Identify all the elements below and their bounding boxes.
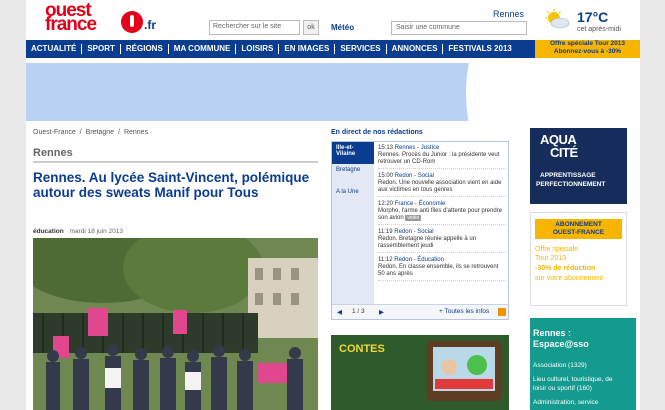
ad-banner[interactable] (26, 63, 640, 121)
tab-ille-et-vilaine[interactable]: Ille-et-Vilaine (332, 142, 374, 164)
subscription-line1: Offre spéciale (535, 246, 579, 253)
breadcrumb-sep: / (79, 129, 82, 136)
item-time: 15:13 (378, 145, 394, 151)
subscription-header-1: ABONNEMENT (555, 221, 602, 228)
search-ok-button[interactable]: ok (303, 20, 319, 35)
item-category[interactable]: Redon - Éducation (394, 257, 444, 263)
subscription-line3: -30% de réduction (535, 265, 596, 272)
list-item[interactable]: 15:13 Rennes - Justice Rennes. Procès du… (378, 145, 506, 169)
promo-line1: Offre spéciale Tour 2013 (549, 40, 626, 47)
item-time: 11:19 (378, 229, 393, 235)
list-item[interactable]: 11:12 Redon - Éducation Redon. En classe… (378, 257, 506, 281)
subscription-header-2: OUEST-FRANCE (552, 229, 605, 236)
nav-loisirs[interactable]: LOISIRS (236, 44, 280, 54)
article-headline[interactable]: Rennes. Au lycée Saint-Vincent, polémiqu… (33, 170, 323, 200)
item-category[interactable]: Redon - Social (395, 173, 434, 179)
tab-a-la-une[interactable]: A la Une (332, 186, 374, 208)
espace-link-association[interactable]: Association (1329) (533, 361, 635, 370)
weather-city[interactable]: Rennes (493, 9, 524, 19)
logo-tld: .fr (144, 18, 156, 32)
promo-subscribe-link[interactable]: Offre spéciale Tour 2013 Abonnez-vous à … (535, 40, 640, 58)
contest-illustration (427, 341, 501, 401)
nav-annonces[interactable]: ANNONCES (387, 44, 444, 54)
item-text[interactable]: Rennes. Procès du Junior : la présidente… (378, 152, 499, 165)
prev-arrow-icon[interactable]: ◀ (337, 308, 342, 316)
subscription-line2: Tour 2013 (535, 255, 567, 262)
subscription-ad[interactable]: ABONNEMENT OUEST-FRANCE Offre spéciale T… (530, 212, 627, 306)
item-category[interactable]: Rennes - Justice (395, 145, 440, 151)
live-feed: Ille-et-Vilaine Bretagne A la Une 15:13 … (331, 141, 509, 320)
breadcrumb-sep: / (118, 129, 120, 136)
aqua-sub-1: APPRENTISSAGE (540, 172, 596, 179)
logo-word-france: france (45, 14, 97, 35)
item-category[interactable]: Redon - Social (394, 229, 433, 235)
article-date: mardi 18 juin 2013 (69, 228, 123, 235)
nav-festivals[interactable]: FESTIVALS 2013 (443, 44, 516, 54)
nav-services[interactable]: SERVICES (335, 44, 387, 54)
article-photo[interactable] (33, 238, 318, 410)
aqua-title-2: CITÉ (550, 145, 578, 160)
item-time: 12:20 (378, 201, 394, 207)
item-time: 15:00 (378, 173, 394, 179)
item-text[interactable]: Redon. Une nouvelle association vient en… (378, 180, 501, 193)
aqua-sub-2: PERFECTIONNEMENT (536, 181, 606, 188)
tab-bretagne[interactable]: Bretagne (332, 164, 374, 186)
article-meta: éducation mardi 18 juin 2013 (33, 228, 123, 235)
page: ouest france .fr Rechercher sur le site … (26, 0, 640, 410)
live-list: 15:13 Rennes - Justice Rennes. Procès du… (378, 145, 506, 285)
subscription-line4: sur votre abonnement (535, 275, 604, 282)
live-pager: ◀ 1 / 3 ▶ + Toutes les infos (332, 304, 508, 319)
item-text[interactable]: Redon. En classe ensemble, ils se retrou… (378, 264, 498, 277)
temperature: 17°C (577, 9, 609, 25)
espace-title[interactable]: Rennes : Espace@sso (533, 328, 589, 350)
rss-icon[interactable] (498, 308, 506, 316)
section-title: Rennes (33, 147, 318, 163)
nav-sport[interactable]: SPORT (82, 44, 121, 54)
item-time: 11:12 (378, 257, 393, 263)
live-feed-title: En direct de nos rédactions (331, 129, 423, 136)
breadcrumb-ouest-france[interactable]: Ouest-France (33, 129, 76, 136)
logo-badge-icon (121, 11, 143, 33)
article-category[interactable]: éducation (33, 228, 64, 235)
contest-ad[interactable]: CONTES (331, 335, 509, 410)
espace-title-2: Espace@sso (533, 339, 589, 349)
video-badge: vidéo (405, 215, 422, 221)
espace-title-1: Rennes : (533, 328, 572, 338)
city-search-input[interactable]: Saisir une commune (391, 21, 527, 35)
nav-regions[interactable]: RÉGIONS (121, 44, 169, 54)
breadcrumb: Ouest-France / Bretagne / Rennes (33, 129, 150, 136)
nav-actualite[interactable]: ACTUALITÉ (26, 44, 83, 54)
site-logo[interactable]: ouest france .fr (43, 0, 163, 35)
espace-link-lieu-2[interactable]: loisir ou sportif (160) (533, 384, 635, 393)
temperature-desc: cet après-midi (577, 26, 621, 33)
item-text[interactable]: Morpho, l'arme anti files d'attente pour… (378, 208, 502, 221)
all-news-link[interactable]: + Toutes les infos (439, 308, 489, 315)
breadcrumb-bretagne[interactable]: Bretagne (86, 129, 114, 136)
subscription-header: ABONNEMENT OUEST-FRANCE (535, 219, 622, 239)
main-nav: ACTUALITÉ SPORT RÉGIONS MA COMMUNE LOISI… (26, 40, 535, 58)
list-item[interactable]: 12:20 France - Économie Morpho, l'arme a… (378, 201, 506, 225)
item-category[interactable]: France - Économie (395, 201, 446, 207)
espace-link-lieu[interactable]: Lieu culturel, touristique, de (533, 375, 635, 384)
espace-asso-panel: Rennes : Espace@sso Association (1329) L… (530, 318, 636, 410)
nav-ma-commune[interactable]: MA COMMUNE (169, 44, 237, 54)
promo-line2: Abonnez-vous à -30% (553, 48, 622, 55)
next-arrow-icon[interactable]: ▶ (379, 308, 384, 316)
live-tabs: Ille-et-Vilaine Bretagne A la Une (332, 142, 374, 305)
espace-link-administration[interactable]: Administration, service (533, 398, 635, 407)
contest-label: CONTES (339, 343, 385, 355)
item-text[interactable]: Redon. Bretagne réunie appelle à un rass… (378, 236, 476, 249)
sun-cloud-icon (545, 9, 570, 29)
pager-label: 1 / 3 (352, 308, 365, 315)
site-search-input[interactable]: Rechercher sur le site (209, 20, 300, 35)
list-item[interactable]: 15:00 Redon - Social Redon. Une nouvelle… (378, 173, 506, 197)
list-item[interactable]: 11:19 Redon - Social Redon. Bretagne réu… (378, 229, 506, 253)
aquacite-ad[interactable]: AQUA CITÉ APPRENTISSAGE PERFECTIONNEMENT (530, 128, 627, 204)
breadcrumb-rennes[interactable]: Rennes (124, 129, 148, 136)
nav-en-images[interactable]: EN IMAGES (279, 44, 336, 54)
meteo-link[interactable]: Météo (331, 23, 354, 32)
